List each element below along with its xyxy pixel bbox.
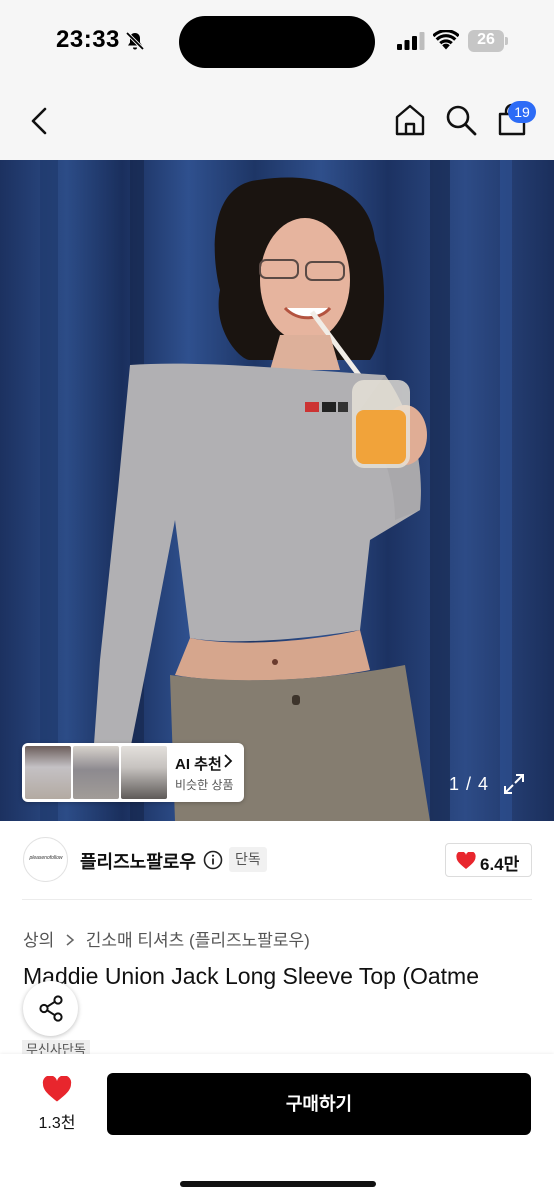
wishlist-heart-icon[interactable] bbox=[42, 1076, 72, 1103]
breadcrumb: 상의 긴소매 티셔츠 (플리즈노팔로우) bbox=[23, 926, 310, 951]
home-icon[interactable] bbox=[392, 102, 428, 138]
battery-level: 26 bbox=[477, 31, 495, 48]
buy-button[interactable]: 구매하기 bbox=[107, 1073, 531, 1135]
share-button[interactable] bbox=[23, 981, 78, 1036]
status-time: 23:33 bbox=[56, 26, 120, 53]
brand-logo[interactable]: pleasenofollow bbox=[23, 837, 68, 882]
back-arrow-icon[interactable] bbox=[24, 104, 58, 138]
brand-logo-text: pleasenofollow bbox=[29, 855, 63, 861]
product-photo bbox=[40, 160, 512, 821]
product-title: Maddie Union Jack Long Sleeve Top (Oatme bbox=[23, 963, 480, 989]
ai-thumbnail-2[interactable] bbox=[73, 746, 119, 799]
ai-recommendation-card[interactable]: AI 추천 비슷한 상품 bbox=[22, 743, 244, 802]
share-icon bbox=[39, 995, 63, 1022]
breadcrumb-item-category[interactable]: 상의 bbox=[23, 926, 54, 951]
home-indicator bbox=[180, 1181, 376, 1187]
expand-icon[interactable] bbox=[503, 773, 525, 795]
battery-tip bbox=[505, 37, 508, 45]
exclusive-badge: 단독 bbox=[229, 847, 267, 872]
wishlist-count: 1.3천 bbox=[38, 1115, 76, 1132]
search-icon[interactable] bbox=[443, 102, 479, 138]
top-nav-bar bbox=[0, 84, 554, 160]
ai-thumbnail-3[interactable] bbox=[121, 746, 167, 799]
wifi-icon bbox=[433, 30, 459, 50]
gallery-page-indicator: 1 / 4 bbox=[449, 774, 490, 794]
status-bar: 23:33 26 bbox=[0, 0, 554, 84]
ai-card-title: AI 추천 bbox=[175, 756, 222, 773]
dynamic-island bbox=[179, 16, 375, 68]
bell-muted-icon bbox=[125, 31, 145, 51]
section-divider bbox=[22, 899, 532, 900]
heart-icon bbox=[456, 852, 476, 869]
ai-thumbnail-1[interactable] bbox=[25, 746, 71, 799]
info-icon[interactable] bbox=[203, 850, 223, 870]
brand-like-button[interactable]: 6.4만 bbox=[445, 843, 532, 877]
battery-indicator: 26 bbox=[468, 30, 508, 52]
brand-name[interactable]: 플리즈노팔로우 bbox=[80, 848, 196, 874]
chevron-right-icon bbox=[224, 754, 233, 768]
product-image-gallery[interactable] bbox=[0, 160, 554, 821]
cellular-signal-icon bbox=[397, 32, 425, 50]
chevron-right-icon bbox=[66, 934, 75, 946]
breadcrumb-item-subcategory[interactable]: 긴소매 티셔츠 (플리즈노팔로우) bbox=[86, 926, 310, 951]
ai-card-subtitle: 비슷한 상품 bbox=[175, 778, 234, 792]
cart-count-badge: 19 bbox=[508, 101, 536, 123]
brand-like-count: 6.4만 bbox=[480, 855, 520, 874]
